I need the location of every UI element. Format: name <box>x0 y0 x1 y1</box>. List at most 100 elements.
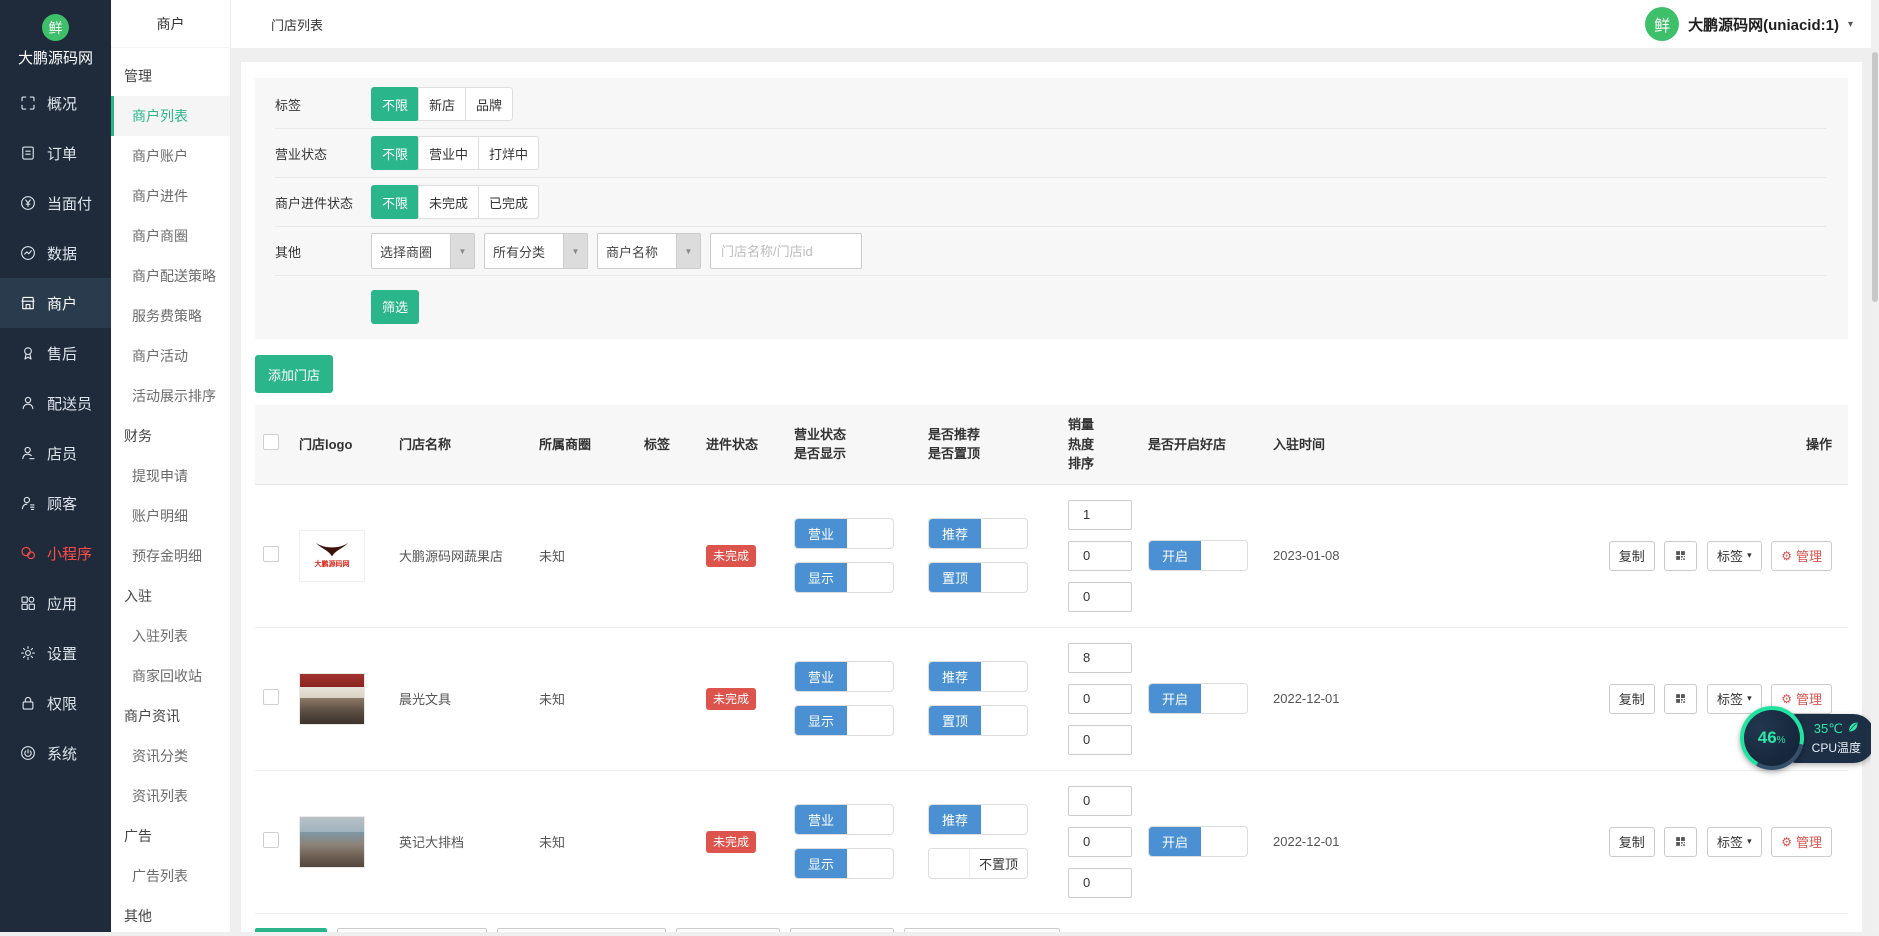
pin-toggle[interactable]: 置顶 <box>928 562 1028 593</box>
row-checkbox[interactable] <box>263 689 279 705</box>
entry-status-badge: 未完成 <box>706 545 756 567</box>
sort-input[interactable] <box>1068 582 1132 612</box>
left-nav-courier[interactable]: 配送员 <box>0 378 111 428</box>
data-icon <box>19 244 37 262</box>
chip-business-closed[interactable]: 打烊中 <box>478 136 539 170</box>
pin-toggle[interactable]: 置顶 <box>928 705 1028 736</box>
chip-entry-complete[interactable]: 已完成 <box>478 185 539 219</box>
manage-button[interactable]: ⚙管理 <box>1771 541 1832 571</box>
content-area: 标签 不限 新店 品牌 营业状态 不限 营业中 打烊中 <box>231 48 1879 932</box>
submenu-item-merchant-account[interactable]: 商户账户 <box>111 136 230 176</box>
chip-tag-unlimited[interactable]: 不限 <box>371 87 419 121</box>
sales-input[interactable] <box>1068 500 1132 530</box>
submenu-item-merchant-circle[interactable]: 商户商圈 <box>111 216 230 256</box>
filter-submit-button[interactable]: 筛选 <box>371 290 419 324</box>
recommend-toggle[interactable]: 推荐 <box>928 804 1028 835</box>
business-toggle[interactable]: 营业 <box>794 804 894 835</box>
submenu-item-delivery-policy[interactable]: 商户配送策略 <box>111 256 230 296</box>
left-nav-label: 小程序 <box>47 543 92 564</box>
submenu-item-merchant-list[interactable]: 商户列表 <box>111 96 230 136</box>
copy-button[interactable]: 复制 <box>1609 541 1655 571</box>
left-nav-customer[interactable]: 顾客 <box>0 478 111 528</box>
left-nav-overview[interactable]: 概况 <box>0 78 111 128</box>
scrollbar-thumb[interactable] <box>1872 52 1878 302</box>
left-nav-miniprogram[interactable]: 小程序 <box>0 528 111 578</box>
recommend-toggle[interactable]: 推荐 <box>928 661 1028 692</box>
submenu-item-service-fee[interactable]: 服务费策略 <box>111 296 230 336</box>
chip-tag-new-store[interactable]: 新店 <box>418 87 466 121</box>
submit-changes-button[interactable]: 提交修改 <box>255 928 327 933</box>
filter-row-other: 其他 选择商圈 ▼ 所有分类 ▼ 商户名称 ▼ <box>275 227 1826 276</box>
business-toggle[interactable]: 营业 <box>794 518 894 549</box>
business-toggle-stack: 营业 显示 <box>794 804 912 879</box>
left-nav-apps[interactable]: 应用 <box>0 578 111 628</box>
chip-entry-incomplete[interactable]: 未完成 <box>418 185 479 219</box>
sort-input[interactable] <box>1068 725 1132 755</box>
sync-sales-button[interactable]: 同步商户销量 <box>676 928 780 933</box>
show-toggle[interactable]: 显示 <box>794 562 894 593</box>
show-hide-dropdown-button[interactable]: 显示/隐藏/营业/打烊▴ <box>337 928 487 933</box>
left-nav-clerk[interactable]: 店员 <box>0 428 111 478</box>
heat-input[interactable] <box>1068 827 1132 857</box>
store-name-input[interactable] <box>710 233 862 269</box>
sales-input[interactable] <box>1068 786 1132 816</box>
row-checkbox[interactable] <box>263 832 279 848</box>
qrcode-button[interactable] <box>1664 827 1697 857</box>
sort-input[interactable] <box>1068 868 1132 898</box>
chip-business-unlimited[interactable]: 不限 <box>371 136 419 170</box>
select-all-checkbox[interactable] <box>263 434 279 450</box>
submenu-item-account-detail[interactable]: 账户明细 <box>111 496 230 536</box>
manage-button[interactable]: ⚙管理 <box>1771 827 1832 857</box>
tag-dropdown-button[interactable]: 标签▾ <box>1707 827 1762 857</box>
good-shop-toggle[interactable]: 开启 <box>1148 540 1248 571</box>
submenu-item-merchant-activity[interactable]: 商户活动 <box>111 336 230 376</box>
chip-tag-brand[interactable]: 品牌 <box>465 87 513 121</box>
left-nav-system[interactable]: 系统 <box>0 728 111 778</box>
submenu-item-news-list[interactable]: 资讯列表 <box>111 776 230 816</box>
submenu-item-prestore-detail[interactable]: 预存金明细 <box>111 536 230 576</box>
submenu-item-merchant-entry[interactable]: 商户进件 <box>111 176 230 216</box>
circle-select[interactable]: 选择商圈 ▼ <box>371 233 475 269</box>
good-shop-toggle[interactable]: 开启 <box>1148 826 1248 857</box>
copy-button[interactable]: 复制 <box>1609 684 1655 714</box>
show-toggle[interactable]: 显示 <box>794 848 894 879</box>
left-nav-facepay[interactable]: 当面付 <box>0 178 111 228</box>
left-nav-orders[interactable]: 订单 <box>0 128 111 178</box>
add-store-button[interactable]: 添加门店 <box>255 355 333 393</box>
left-nav-permissions[interactable]: 权限 <box>0 678 111 728</box>
submenu-item-withdraw[interactable]: 提现申请 <box>111 456 230 496</box>
merchant-name-select[interactable]: 商户名称 ▼ <box>597 233 701 269</box>
business-toggle[interactable]: 营业 <box>794 661 894 692</box>
heat-input[interactable] <box>1068 541 1132 571</box>
copy-button[interactable]: 复制 <box>1609 827 1655 857</box>
left-nav-merchant[interactable]: 商户 <box>0 278 111 328</box>
chip-business-open[interactable]: 营业中 <box>418 136 479 170</box>
cpu-monitor-widget: 46% 35℃ CPU温度 <box>1740 706 1875 770</box>
filter-row-submit: 筛选 <box>275 276 1826 325</box>
recommend-toggle[interactable]: 推荐 <box>928 518 1028 549</box>
category-select[interactable]: 所有分类 ▼ <box>484 233 588 269</box>
fix-business-hours-button[interactable]: 营业时间修复 <box>790 928 894 933</box>
tag-dropdown-button[interactable]: 标签▾ <box>1707 541 1762 571</box>
qrcode-button[interactable] <box>1664 541 1697 571</box>
left-nav-settings[interactable]: 设置 <box>0 628 111 678</box>
show-toggle[interactable]: 显示 <box>794 705 894 736</box>
sync-eta-button[interactable]: 同步商户预计送达时间 <box>904 928 1060 933</box>
submenu-item-activity-sort[interactable]: 活动展示排序 <box>111 376 230 416</box>
row-checkbox[interactable] <box>263 546 279 562</box>
chip-entry-unlimited[interactable]: 不限 <box>371 185 419 219</box>
left-nav-data[interactable]: 数据 <box>0 228 111 278</box>
good-shop-toggle[interactable]: 开启 <box>1148 683 1248 714</box>
user-menu[interactable]: 鲜 大鹏源码网(uniacid:1) ▾ <box>1645 7 1853 41</box>
filter-row-entry-status: 商户进件状态 不限 未完成 已完成 <box>275 178 1826 227</box>
left-nav-aftersale[interactable]: 售后 <box>0 328 111 378</box>
sales-input[interactable] <box>1068 643 1132 673</box>
submenu-item-ads-list[interactable]: 广告列表 <box>111 856 230 896</box>
submenu-item-recycle-bin[interactable]: 商家回收站 <box>111 656 230 696</box>
submenu-item-join-list[interactable]: 入驻列表 <box>111 616 230 656</box>
qrcode-button[interactable] <box>1664 684 1697 714</box>
heat-input[interactable] <box>1068 684 1132 714</box>
pin-toggle[interactable]: 不置顶 <box>928 848 1028 879</box>
batch-operations-button[interactable]: 批量操作(评论/自动接单) <box>497 928 665 933</box>
submenu-item-news-category[interactable]: 资讯分类 <box>111 736 230 776</box>
